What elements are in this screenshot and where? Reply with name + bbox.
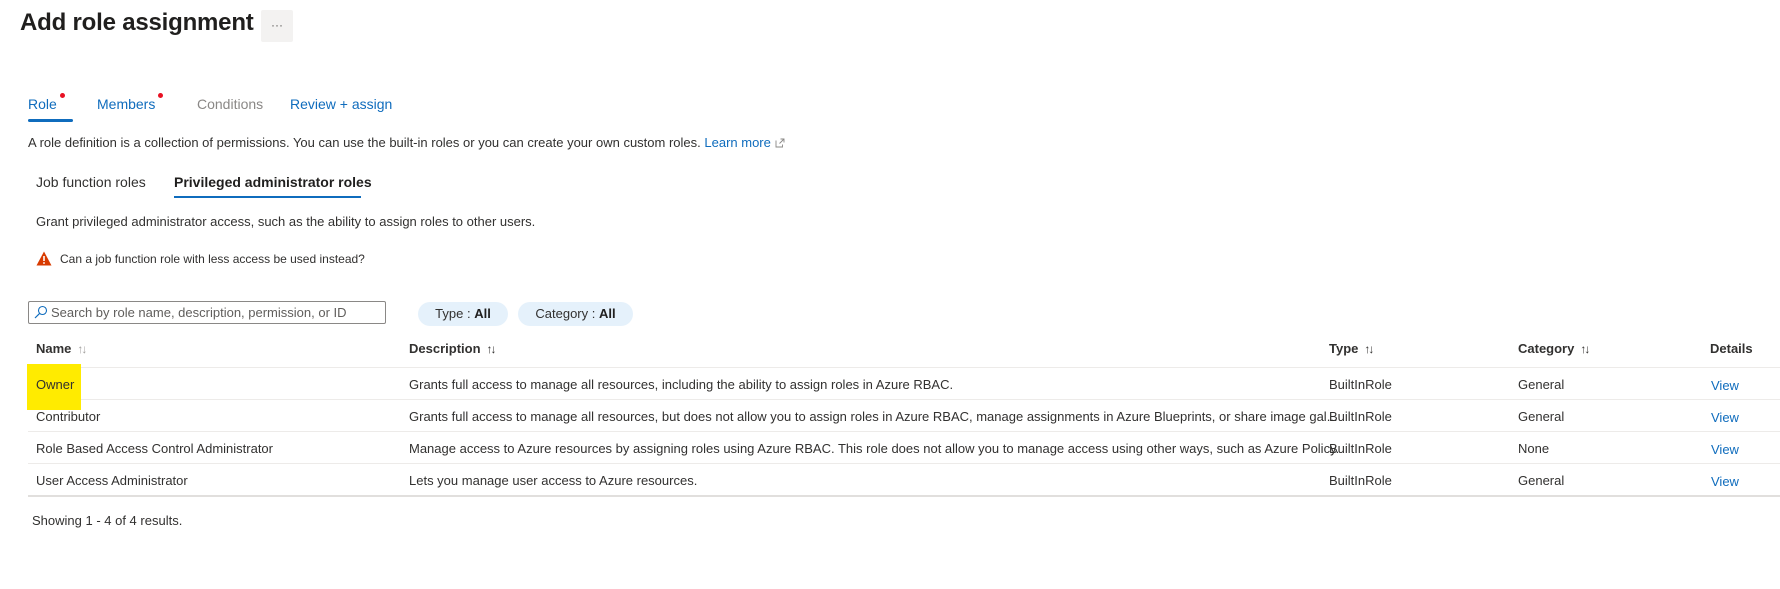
external-link-icon <box>775 138 785 148</box>
tab-label: Members <box>97 96 156 112</box>
warning-message: Can a job function role with less access… <box>60 252 365 266</box>
role-type: BuiltInRole <box>1329 377 1392 392</box>
column-header-details: Details <box>1710 341 1753 356</box>
learn-more-link[interactable]: Learn more <box>704 135 785 150</box>
filter-value: All <box>598 306 616 321</box>
search-icon <box>34 305 48 319</box>
sort-icon: ↑↓ <box>1580 342 1590 356</box>
sort-icon: ↑↓ <box>1364 342 1374 356</box>
tab-label: Role <box>28 96 57 112</box>
view-details-link[interactable]: View <box>1711 410 1739 425</box>
sort-icon: ↑↓ <box>486 342 497 356</box>
role-definition-description: A role definition is a collection of per… <box>28 135 785 150</box>
column-header-description[interactable]: Description ↑↓ <box>409 341 497 356</box>
row-divider <box>28 463 1780 464</box>
search-input[interactable] <box>51 303 381 322</box>
description-text: A role definition is a collection of per… <box>28 135 701 150</box>
view-details-link[interactable]: View <box>1711 474 1739 489</box>
view-details-link[interactable]: View <box>1711 442 1739 457</box>
role-name[interactable]: Contributor <box>36 409 100 424</box>
filter-label: Type : <box>435 306 475 321</box>
role-type: BuiltInRole <box>1329 441 1392 456</box>
subtab-privileged-administrator-roles[interactable]: Privileged administrator roles <box>174 174 372 190</box>
tab-role[interactable]: Role <box>28 93 65 112</box>
role-description: Grants full access to manage all resourc… <box>409 409 1338 424</box>
required-indicator <box>59 93 65 98</box>
sort-icon: ↑↓ <box>77 342 87 356</box>
type-filter[interactable]: Type : All <box>418 302 508 326</box>
role-name[interactable]: Owner <box>36 377 74 392</box>
role-description: Lets you manage user access to Azure res… <box>409 473 698 488</box>
role-search-box[interactable] <box>28 301 386 324</box>
filter-value: All <box>474 306 491 321</box>
column-label: Category <box>1518 341 1575 356</box>
role-type: BuiltInRole <box>1329 473 1392 488</box>
column-header-type[interactable]: Type ↑↓ <box>1329 341 1374 356</box>
role-name[interactable]: Role Based Access Control Administrator <box>36 441 273 456</box>
privileged-roles-description: Grant privileged administrator access, s… <box>36 214 536 229</box>
table-bottom-border <box>28 495 1780 497</box>
role-name[interactable]: User Access Administrator <box>36 473 188 488</box>
tab-members[interactable]: Members <box>97 93 164 112</box>
column-label: Type <box>1329 341 1359 356</box>
role-category: General <box>1518 409 1565 424</box>
subtab-job-function-roles[interactable]: Job function roles <box>36 174 146 190</box>
required-indicator <box>158 93 164 98</box>
filter-label: Category : <box>535 306 599 321</box>
role-category: General <box>1518 377 1565 392</box>
category-filter[interactable]: Category : All <box>518 302 633 326</box>
role-type: BuiltInRole <box>1329 409 1392 424</box>
column-header-category[interactable]: Category ↑↓ <box>1518 341 1590 356</box>
tab-conditions[interactable]: Conditions <box>197 96 263 112</box>
row-divider <box>28 399 1780 400</box>
results-count: Showing 1 - 4 of 4 results. <box>32 513 183 528</box>
column-header-name[interactable]: Name ↑↓ <box>36 341 87 356</box>
more-options-button[interactable]: ··· <box>261 10 293 42</box>
row-divider <box>28 367 1780 368</box>
learn-more-label: Learn more <box>704 135 771 150</box>
column-label: Name <box>36 341 72 356</box>
row-divider <box>28 431 1780 432</box>
view-details-link[interactable]: View <box>1711 378 1739 393</box>
active-subtab-indicator <box>174 196 361 198</box>
column-label: Description <box>409 341 481 356</box>
role-description: Manage access to Azure resources by assi… <box>409 441 1340 456</box>
tab-review-assign[interactable]: Review + assign <box>290 96 392 112</box>
role-description: Grants full access to manage all resourc… <box>409 377 954 392</box>
warning-icon <box>36 251 52 266</box>
role-category: None <box>1518 441 1550 456</box>
active-tab-indicator <box>28 119 73 122</box>
page-title: Add role assignment <box>20 9 254 36</box>
role-category: General <box>1518 473 1565 488</box>
